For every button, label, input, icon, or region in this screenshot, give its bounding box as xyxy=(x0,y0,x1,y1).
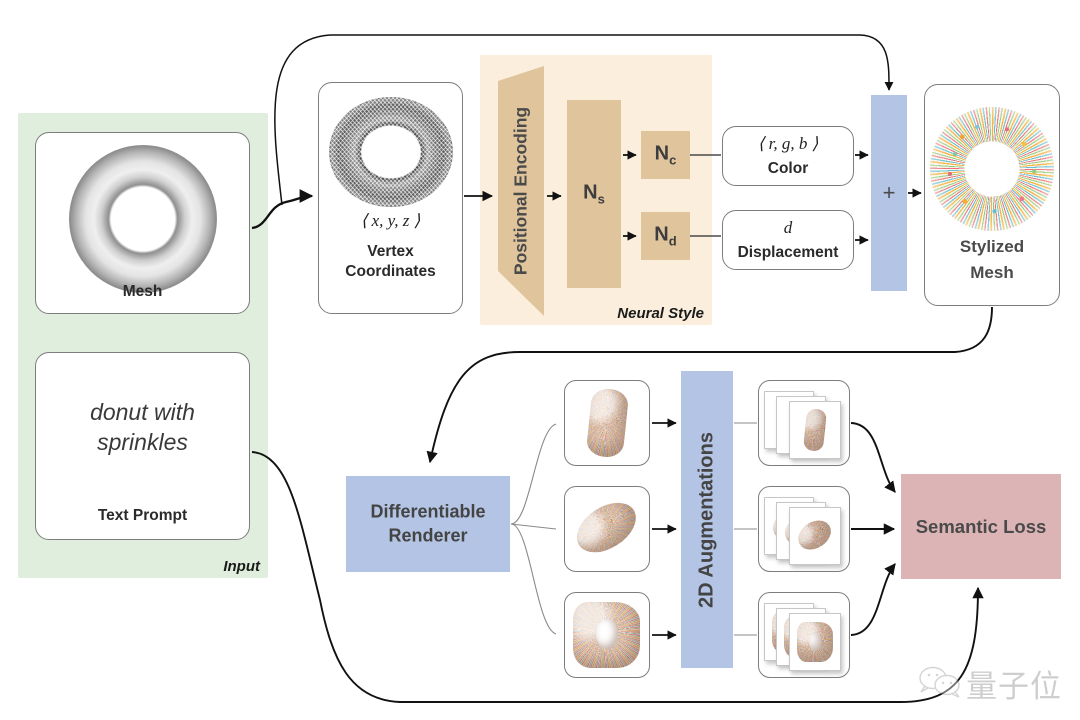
wechat-logo-icon xyxy=(919,666,960,698)
wire-mesh-to-combine xyxy=(274,34,894,206)
wire-renderer-to-view3 xyxy=(510,523,557,635)
wire-renderer-to-view1 xyxy=(510,423,557,525)
watermark: 量子位 xyxy=(918,663,1074,709)
connector-layer xyxy=(251,34,993,703)
figure-canvas: Input Neural Style Mesh donut with sprin… xyxy=(0,0,1080,720)
wire-stack1-to-loss xyxy=(850,422,896,493)
wire-stylized-to-renderer xyxy=(426,306,993,464)
wire-stack3-to-loss xyxy=(850,563,896,636)
wire-prompt-to-loss xyxy=(251,451,984,703)
watermark-text: 量子位 xyxy=(966,669,1062,705)
